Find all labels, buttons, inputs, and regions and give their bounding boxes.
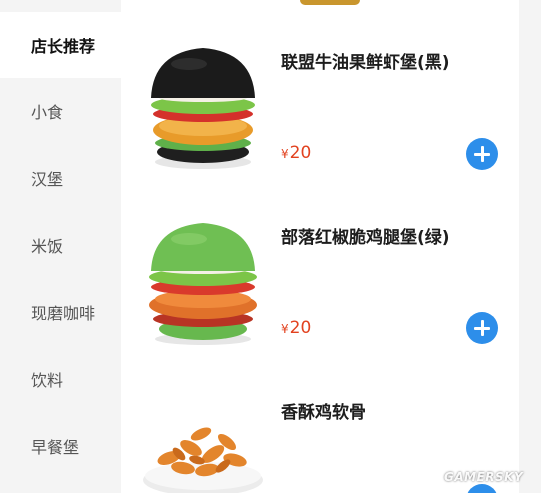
watermark: GAMERSKY — [444, 470, 524, 484]
sidebar-item-breakfast[interactable]: 早餐堡 — [0, 413, 121, 479]
black-bun-burger-image — [151, 48, 255, 169]
sidebar-item-label: 米饭 — [31, 237, 64, 256]
fried-chicken-cartilage-image — [143, 427, 263, 493]
item-title: 香酥鸡软骨 — [281, 403, 366, 423]
sidebar-item-snacks[interactable]: 小食 — [0, 78, 121, 144]
sidebar-item-rice[interactable]: 米饭 — [0, 212, 121, 278]
sidebar-item-recommended[interactable]: 店长推荐 — [0, 12, 121, 78]
add-to-cart-button[interactable] — [466, 312, 498, 344]
price-value: 20 — [289, 318, 312, 338]
green-bun-burger-image — [149, 223, 257, 345]
price-value: 20 — [289, 143, 312, 163]
sidebar-item-label: 早餐堡 — [31, 438, 80, 457]
item-title: 联盟牛油果鲜虾堡(黑) — [281, 53, 450, 73]
item-title: 部落红椒脆鸡腿堡(绿) — [281, 228, 450, 248]
item-price: ¥20 — [281, 318, 311, 338]
sidebar-item-label: 饮料 — [31, 371, 64, 390]
menu-item[interactable]: 部落红椒脆鸡腿堡(绿) ¥20 — [121, 205, 519, 381]
currency-symbol: ¥ — [281, 322, 289, 336]
sidebar-item-burgers[interactable]: 汉堡 — [0, 145, 121, 211]
sidebar-item-label: 汉堡 — [31, 170, 64, 189]
category-sidebar: 店长推荐 小食 汉堡 米饭 现磨咖啡 饮料 早餐堡 — [0, 0, 121, 493]
item-price: ¥20 — [281, 143, 311, 163]
sidebar-item-drinks[interactable]: 饮料 — [0, 346, 121, 412]
sidebar-item-label: 小食 — [31, 103, 64, 122]
sidebar-item-coffee[interactable]: 现磨咖啡 — [0, 279, 121, 345]
previous-item-image-edge — [300, 0, 360, 5]
sidebar-item-label: 现磨咖啡 — [31, 304, 96, 323]
currency-symbol: ¥ — [281, 147, 289, 161]
sidebar-item-label: 店长推荐 — [31, 37, 96, 56]
right-gutter — [519, 0, 541, 493]
menu-item[interactable]: 联盟牛油果鲜虾堡(黑) ¥20 — [121, 30, 519, 206]
add-to-cart-button[interactable] — [466, 138, 498, 170]
